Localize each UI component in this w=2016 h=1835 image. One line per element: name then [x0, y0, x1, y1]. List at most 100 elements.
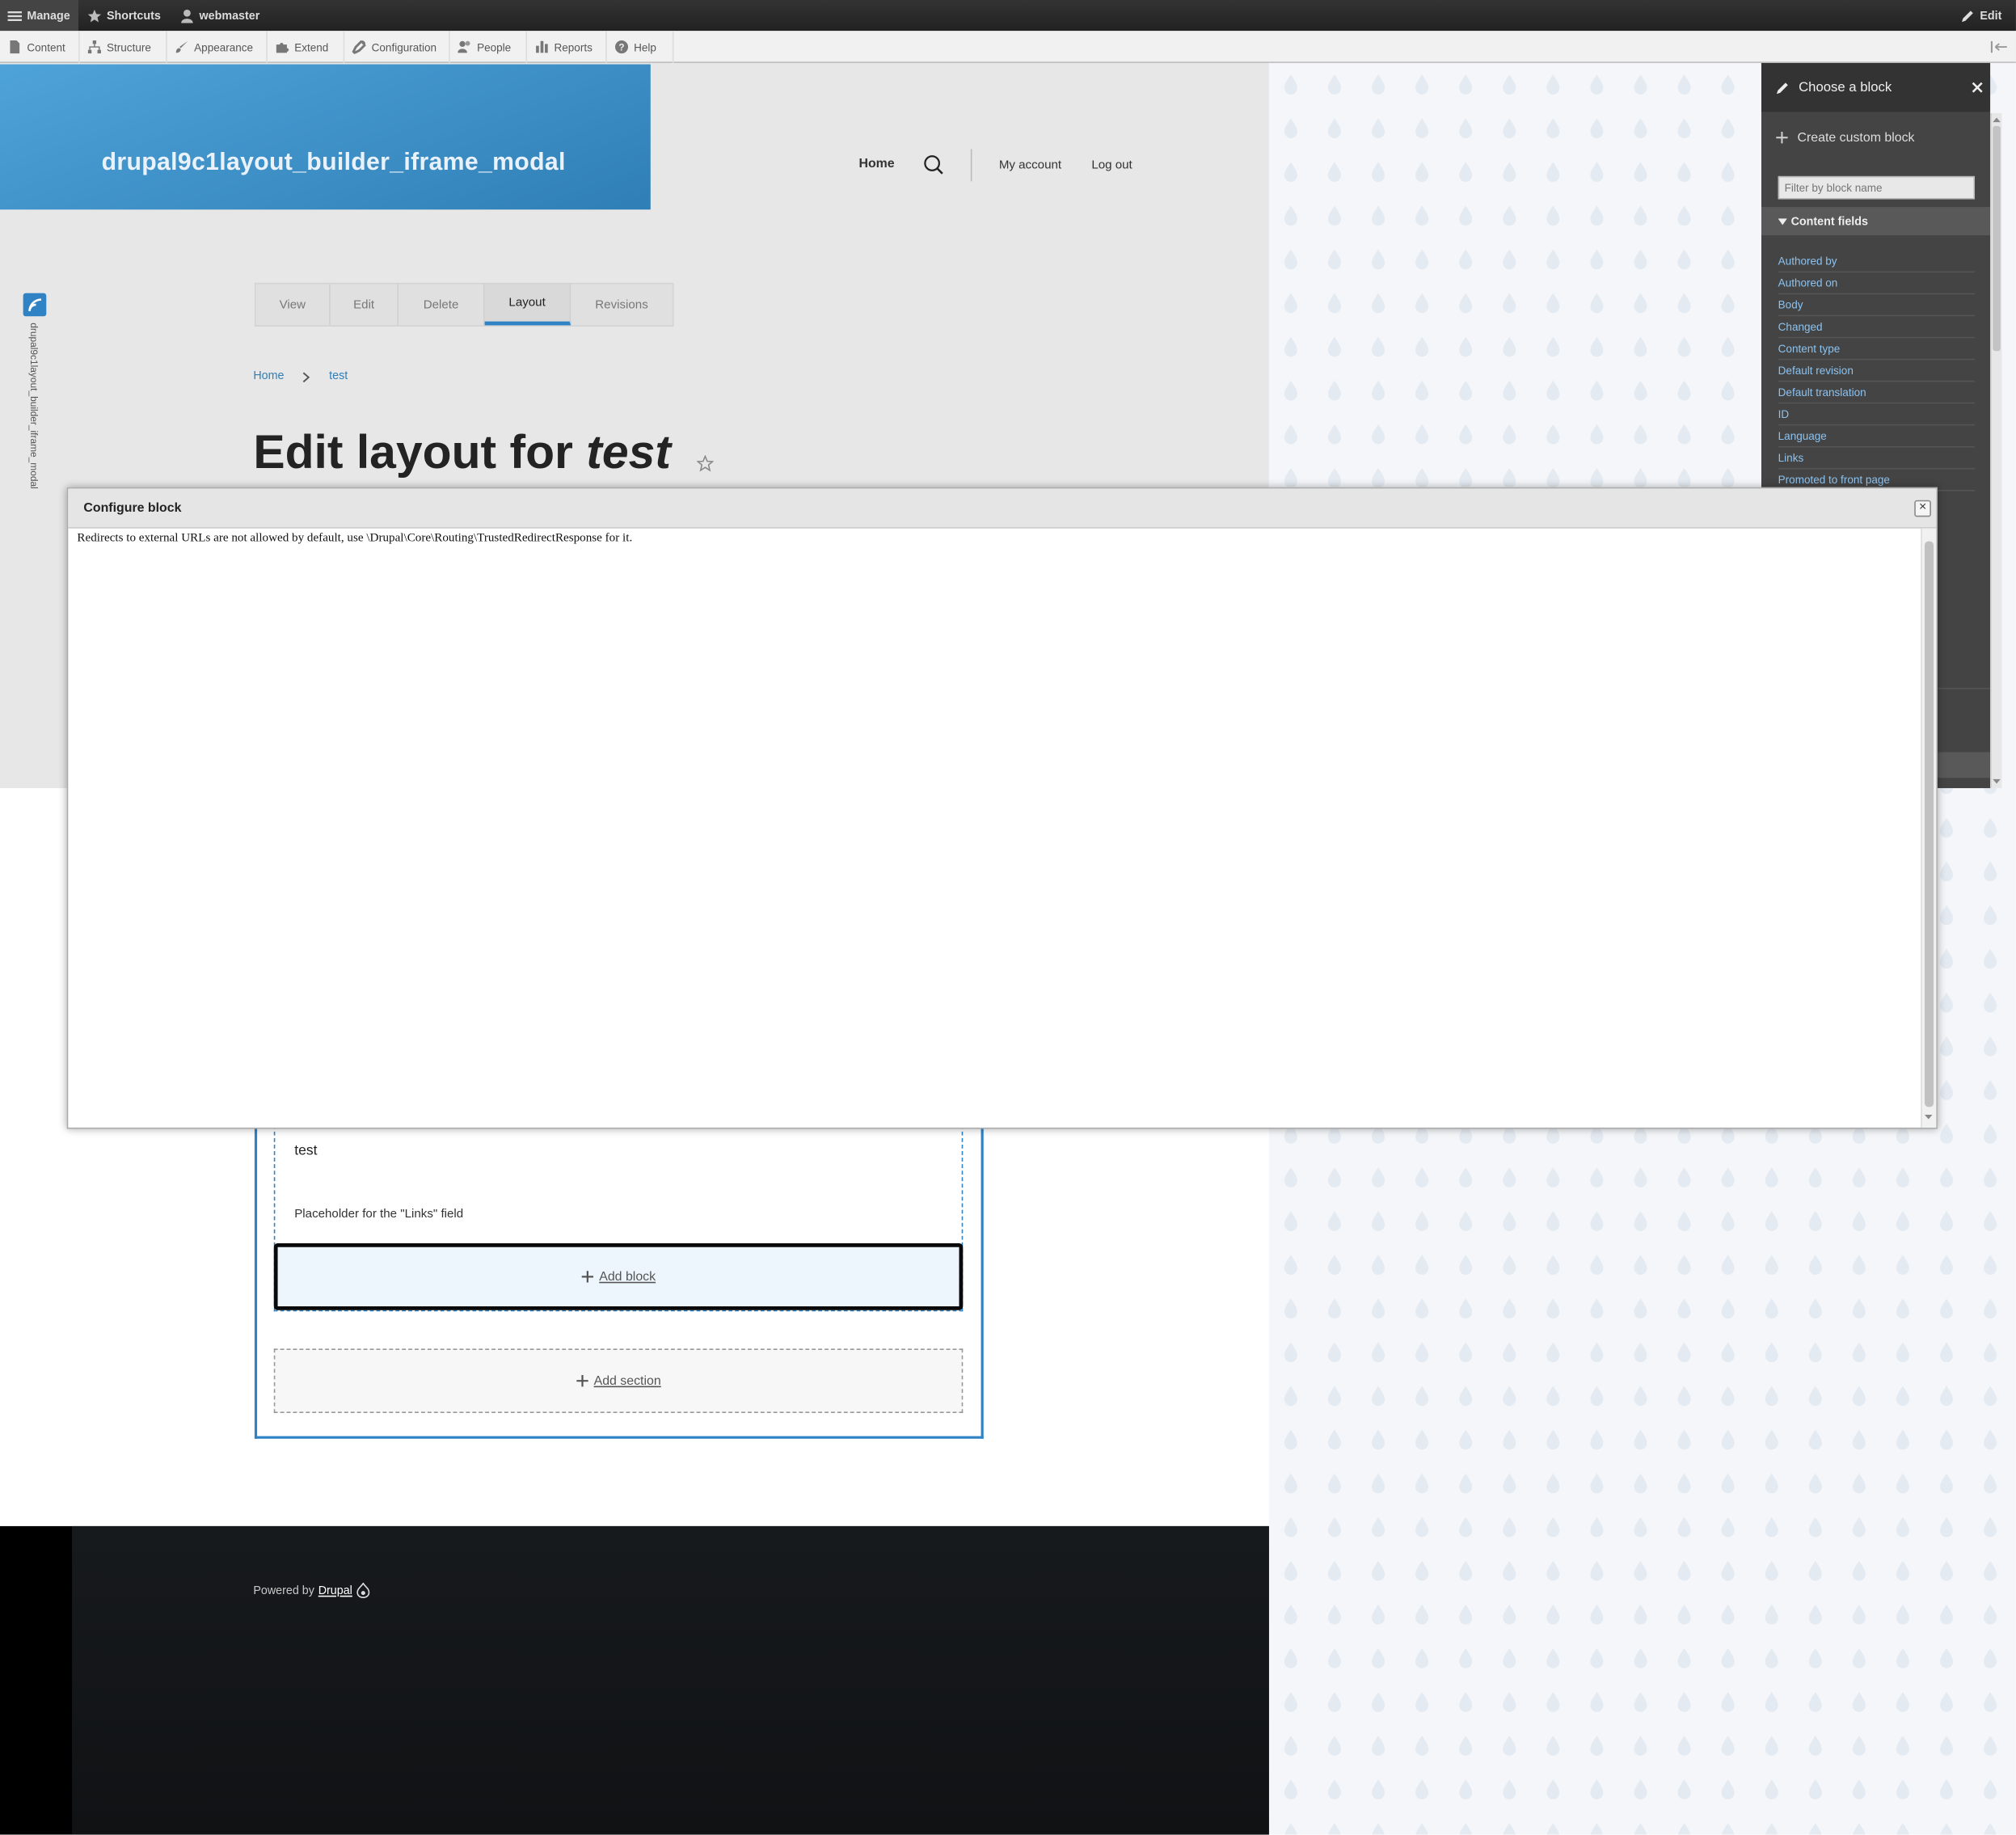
field-link-id[interactable]: ID: [1778, 403, 1976, 426]
search-icon[interactable]: [923, 154, 943, 175]
help-icon: ?: [614, 40, 629, 54]
content-fields-toggle[interactable]: Content fields: [1761, 207, 1991, 236]
chevron-right-icon: [302, 372, 310, 383]
create-custom-block-label: Create custom block: [1797, 130, 1915, 145]
modal-scrollbar-thumb[interactable]: [1924, 541, 1934, 1107]
field-link-default-translation[interactable]: Default translation: [1778, 382, 1976, 404]
offcanvas-scrollbar-thumb[interactable]: [1993, 125, 2001, 352]
shortcuts-tab[interactable]: Shortcuts: [87, 0, 161, 31]
filter-block-input[interactable]: [1778, 175, 1976, 200]
field-link-default-revision[interactable]: Default revision: [1778, 360, 1976, 382]
links-placeholder[interactable]: Placeholder for the "Links" field: [294, 1207, 463, 1221]
drupal-link[interactable]: Drupal: [318, 1584, 352, 1597]
shortcuts-label: Shortcuts: [107, 9, 161, 23]
orientation-toggle-icon[interactable]: [1990, 40, 2008, 53]
field-link-authored-by[interactable]: Authored by: [1778, 251, 1976, 273]
svg-text:?: ?: [618, 42, 624, 53]
scroll-down-icon[interactable]: [1923, 1113, 1934, 1121]
tray-item-content[interactable]: Content: [0, 31, 80, 63]
tray-label: Structure: [107, 40, 151, 54]
offcanvas-scrollbar[interactable]: [1990, 112, 2002, 788]
plus-icon: [581, 1271, 594, 1283]
drupal-drop-icon: [356, 1582, 370, 1598]
hamburger-icon: [7, 11, 23, 21]
field-link-changed[interactable]: Changed: [1778, 316, 1976, 339]
page-title: Edit layout for test: [253, 425, 671, 479]
tray-item-appearance[interactable]: Appearance: [167, 31, 268, 63]
nav-divider: [970, 149, 972, 182]
modal-close-button[interactable]: ×: [1914, 500, 1931, 517]
user-icon: [181, 9, 193, 23]
plus-icon: [576, 1375, 588, 1387]
add-block-button[interactable]: Add block: [273, 1243, 964, 1310]
offcanvas-header: Choose a block: [1761, 62, 1991, 112]
content-fields-list: Authored by Authored on Body Changed Con…: [1778, 251, 1976, 491]
people-icon: [458, 40, 470, 53]
breadcrumb-current[interactable]: test: [329, 369, 348, 382]
powered-by: Powered by Drupal: [253, 1582, 370, 1598]
star-icon: [87, 9, 102, 22]
tray-item-people[interactable]: People: [450, 31, 528, 63]
field-link-authored-on[interactable]: Authored on: [1778, 272, 1976, 295]
modal-error-message: Redirects to external URLs are not allow…: [77, 532, 633, 546]
configure-block-modal: Configure block × Redirects to external …: [66, 487, 1938, 1129]
star-outline-icon[interactable]: [697, 455, 714, 472]
add-section-button[interactable]: Add section: [273, 1348, 964, 1413]
bar-chart-icon: [536, 40, 548, 53]
nav-home-link[interactable]: Home: [858, 157, 894, 171]
tray-item-structure[interactable]: Structure: [80, 31, 167, 63]
site-logo-small[interactable]: [23, 293, 47, 317]
edit-mode-button[interactable]: Edit: [1961, 0, 2002, 31]
modal-titlebar: Configure block ×: [68, 488, 1937, 529]
scroll-down-icon[interactable]: [1992, 778, 2002, 786]
tab-layout[interactable]: Layout: [484, 284, 571, 326]
scroll-up-icon[interactable]: [1992, 116, 2002, 124]
vertical-site-label-wrap: drupal9c1layout_builder_iframe_modal: [28, 323, 44, 528]
field-link-body[interactable]: Body: [1778, 294, 1976, 317]
tray-item-configuration[interactable]: Configuration: [344, 31, 450, 63]
close-icon[interactable]: [1971, 81, 1984, 94]
pencil-icon: [1961, 10, 1973, 22]
tray-label: Appearance: [194, 40, 254, 54]
tab-delete[interactable]: Delete: [399, 284, 485, 326]
site-name[interactable]: drupal9c1layout_builder_iframe_modal: [102, 149, 566, 177]
plus-icon: [1776, 132, 1788, 144]
tray-item-help[interactable]: ? Help: [607, 31, 674, 63]
tray-label: Content: [27, 40, 65, 54]
field-link-links[interactable]: Links: [1778, 447, 1976, 470]
block-title-text[interactable]: test: [294, 1143, 317, 1158]
wrench-icon: [352, 40, 366, 54]
site-footer: [72, 1525, 1269, 1835]
user-label: webmaster: [199, 9, 260, 23]
edit-label: Edit: [1980, 9, 2002, 23]
add-section-label: Add section: [593, 1373, 661, 1388]
manage-tab[interactable]: Manage: [0, 0, 78, 32]
tray-item-reports[interactable]: Reports: [527, 31, 607, 63]
tab-view[interactable]: View: [256, 284, 331, 326]
pencil-icon: [1776, 82, 1788, 94]
user-tab[interactable]: webmaster: [180, 0, 260, 31]
puzzle-icon: [276, 42, 289, 53]
create-custom-block-link[interactable]: Create custom block: [1761, 112, 1990, 163]
tray-label: Help: [634, 40, 656, 54]
modal-scrollbar[interactable]: [1921, 528, 1937, 1128]
nav-my-account-link[interactable]: My account: [999, 158, 1061, 172]
tray-label: Reports: [554, 40, 593, 54]
tab-revisions[interactable]: Revisions: [571, 285, 673, 326]
admin-tray: Content Structure Appearance Extend Conf…: [0, 31, 2016, 63]
tray-label: People: [477, 40, 512, 54]
tray-label: Configuration: [371, 40, 437, 54]
triangle-down-icon: [1778, 217, 1787, 225]
admin-toolbar: Manage Shortcuts webmaster Edit: [0, 0, 2016, 32]
file-icon: [10, 40, 20, 54]
sitemap-icon: [87, 40, 101, 54]
nav-log-out-link[interactable]: Log out: [1091, 158, 1132, 172]
field-link-language[interactable]: Language: [1778, 425, 1976, 448]
field-link-content-type[interactable]: Content type: [1778, 338, 1976, 361]
tray-item-extend[interactable]: Extend: [268, 31, 345, 63]
tab-edit[interactable]: Edit: [331, 284, 399, 326]
breadcrumb-home[interactable]: Home: [253, 369, 284, 382]
content-fields-label: Content fields: [1790, 214, 1868, 228]
local-tasks-tabs: View Edit Delete Layout Revisions: [254, 282, 674, 327]
add-block-label: Add block: [599, 1269, 656, 1284]
